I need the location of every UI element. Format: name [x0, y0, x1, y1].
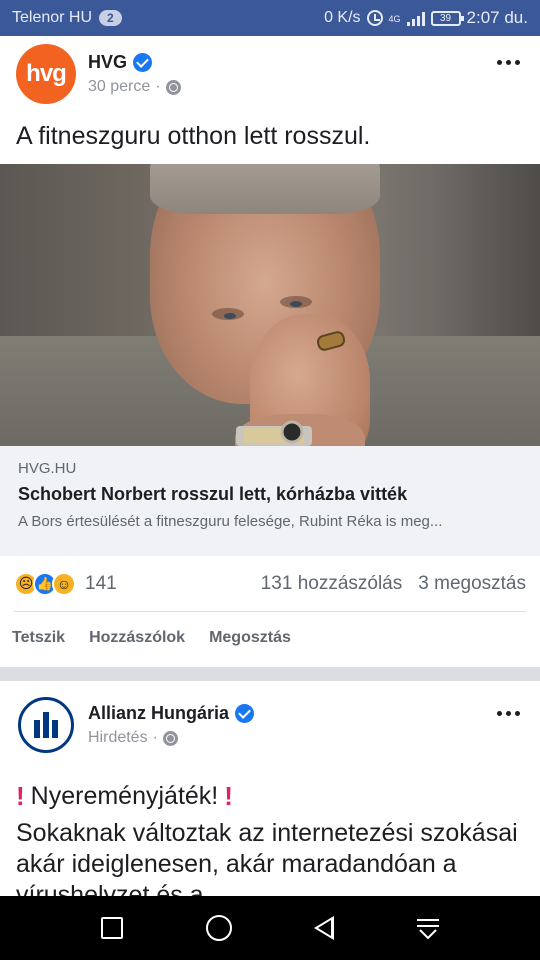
net-speed: 0 K/s	[324, 9, 361, 26]
navigation-bar	[0, 896, 540, 960]
signal-icon	[406, 10, 425, 26]
comment-count[interactable]: 131 hozzászólás	[261, 573, 403, 595]
globe-icon	[162, 730, 178, 746]
meta-separator: ·	[152, 729, 158, 746]
verified-icon	[235, 704, 255, 723]
carrier-label: Telenor HU	[12, 9, 93, 26]
post-header: hvg HVG 30 perce ·	[0, 36, 540, 114]
sim-badge: 2	[99, 10, 122, 26]
reaction-icons[interactable]: ☹ 👍 ☺	[14, 571, 76, 596]
avatar[interactable]: hvg	[16, 44, 76, 104]
post-text: ! Nyereményjáték! ! Sokaknak változtak a…	[0, 767, 540, 911]
alarm-icon	[366, 10, 383, 26]
reaction-count[interactable]: 141	[85, 573, 117, 595]
post-header: Allianz Hungária Hirdetés ·	[0, 681, 540, 767]
article-image[interactable]	[0, 164, 540, 446]
more-options-icon[interactable]	[497, 711, 520, 716]
back-icon[interactable]	[314, 916, 335, 940]
sponsored-label[interactable]: Hirdetés	[88, 729, 148, 747]
clock: 2:07 du.	[466, 8, 528, 27]
status-bar: Telenor HU 2 0 K/s 4G 39 2:07 du.	[0, 0, 540, 36]
battery-icon: 39	[430, 10, 464, 26]
exclamation-icon: !	[224, 781, 233, 811]
hvg-logo: hvg	[26, 60, 67, 87]
link-title: Schobert Norbert rosszul lett, kórházba …	[18, 484, 408, 504]
link-preview[interactable]: HVG.HU Schobert Norbert rosszul lett, kó…	[0, 446, 540, 556]
exclamation-icon: !	[16, 781, 25, 811]
haha-reaction-icon: ☺	[52, 571, 76, 596]
link-description: A Bors értesülését a fitneszguru feleség…	[18, 513, 443, 530]
notification-pulldown-icon[interactable]	[416, 917, 439, 940]
feed-post: Allianz Hungária Hirdetés · ! Nyereményj…	[0, 681, 540, 911]
recent-apps-icon[interactable]	[101, 917, 124, 939]
share-count[interactable]: 3 megosztás	[418, 573, 526, 595]
comment-button[interactable]: Hozzászólok	[89, 629, 185, 647]
avatar[interactable]	[18, 697, 74, 753]
post-separator	[0, 667, 540, 681]
allianz-logo	[34, 712, 58, 738]
post-text: A fitneszguru otthon lett rosszul.	[16, 122, 371, 150]
verified-icon	[133, 53, 153, 72]
network-type: 4G	[388, 14, 401, 24]
reactions-row: ☹ 👍 ☺ 141 131 hozzászólás 3 megosztás	[14, 556, 526, 612]
post-headline: Nyereményjáték!	[30, 782, 219, 810]
feed-post: hvg HVG 30 perce · A fitneszguru otthon …	[0, 36, 540, 664]
share-button[interactable]: Megosztás	[209, 629, 291, 647]
author-name[interactable]: Allianz Hungária	[88, 703, 229, 724]
home-icon[interactable]	[205, 915, 232, 941]
more-options-icon[interactable]	[497, 60, 520, 65]
meta-separator: ·	[155, 78, 161, 95]
globe-icon	[165, 79, 181, 95]
link-domain: HVG.HU	[18, 460, 77, 477]
post-time[interactable]: 30 perce	[88, 78, 150, 96]
like-button[interactable]: Tetszik	[12, 629, 65, 647]
author-name[interactable]: HVG	[88, 52, 127, 73]
action-bar: Tetszik Hozzászólok Megosztás	[0, 612, 540, 664]
